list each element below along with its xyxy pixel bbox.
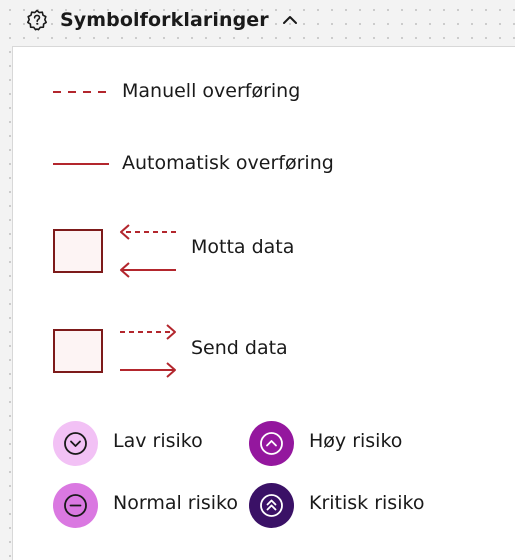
help-icon (26, 9, 48, 31)
risk-normal-badge (53, 483, 98, 528)
symbol-legend-toggle[interactable]: Symbolforklaringer (26, 6, 299, 34)
manual-transfer-label: Manuell overføring (122, 80, 301, 102)
system-box-icon (53, 229, 103, 273)
minus-circle-icon (53, 483, 98, 528)
legend-title: Symbolforklaringer (60, 9, 269, 31)
solid-line-icon (53, 163, 109, 165)
chevron-down-circle-icon (53, 421, 98, 466)
receive-data-label: Motta data (191, 236, 295, 258)
automatic-transfer-label: Automatisk overføring (122, 152, 334, 174)
risk-low-label: Lav risiko (113, 430, 203, 452)
risk-high-badge (249, 421, 294, 466)
send-data-label: Send data (191, 337, 288, 359)
incoming-arrows-icon (120, 224, 176, 278)
risk-high-label: Høy risiko (309, 430, 403, 452)
legend-panel: Manuell overføring Automatisk overføring… (12, 46, 515, 560)
chevron-up-circle-icon (249, 421, 294, 466)
outgoing-arrows-icon (120, 324, 176, 378)
risk-critical-label: Kritisk risiko (309, 492, 425, 514)
risk-low-badge (53, 421, 98, 466)
risk-critical-badge (249, 483, 294, 528)
dashed-line-icon (53, 91, 109, 93)
system-box-icon (53, 329, 103, 373)
chevron-up-icon[interactable] (281, 11, 299, 29)
double-chevron-up-circle-icon (249, 483, 294, 528)
risk-normal-label: Normal risiko (113, 492, 239, 514)
